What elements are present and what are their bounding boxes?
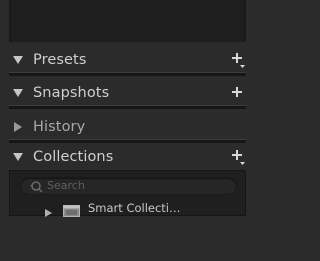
panel-header-snapshots[interactable]: Snapshots	[0, 81, 260, 105]
add-collection-icon[interactable]	[230, 148, 246, 166]
smart-collection-set-icon	[63, 202, 80, 217]
collection-item-label: Smart Collecti…	[88, 201, 181, 215]
panel-divider	[9, 105, 246, 109]
collection-item-row[interactable]: Smart Collecti…	[10, 200, 245, 217]
add-snapshot-icon[interactable]	[230, 84, 246, 102]
panel-header-history[interactable]: History	[0, 115, 260, 139]
disclosure-expanded-icon[interactable]	[12, 54, 24, 66]
left-panel-stack: Presets Snapshots History Collections Se…	[0, 0, 260, 261]
navigator-panel-body	[9, 0, 246, 42]
disclosure-collapsed-icon[interactable]	[45, 203, 53, 217]
panel-title-history: History	[33, 119, 86, 135]
collections-panel-body: Search Smart Collecti…	[9, 170, 246, 217]
disclosure-collapsed-icon[interactable]	[12, 121, 24, 133]
panel-title-snapshots: Snapshots	[33, 85, 110, 101]
panel-divider	[9, 139, 246, 143]
panel-title-collections: Collections	[33, 149, 114, 165]
panel-title-presets: Presets	[33, 52, 87, 68]
disclosure-expanded-icon[interactable]	[12, 87, 24, 99]
search-placeholder: Search	[47, 179, 85, 192]
search-icon[interactable]	[29, 179, 47, 193]
add-preset-icon[interactable]	[230, 51, 246, 69]
panel-divider	[9, 72, 246, 76]
collections-search-field[interactable]: Search	[20, 177, 237, 195]
panel-header-presets[interactable]: Presets	[0, 48, 260, 72]
disclosure-expanded-icon[interactable]	[12, 151, 24, 163]
panel-header-collections[interactable]: Collections	[0, 145, 260, 169]
